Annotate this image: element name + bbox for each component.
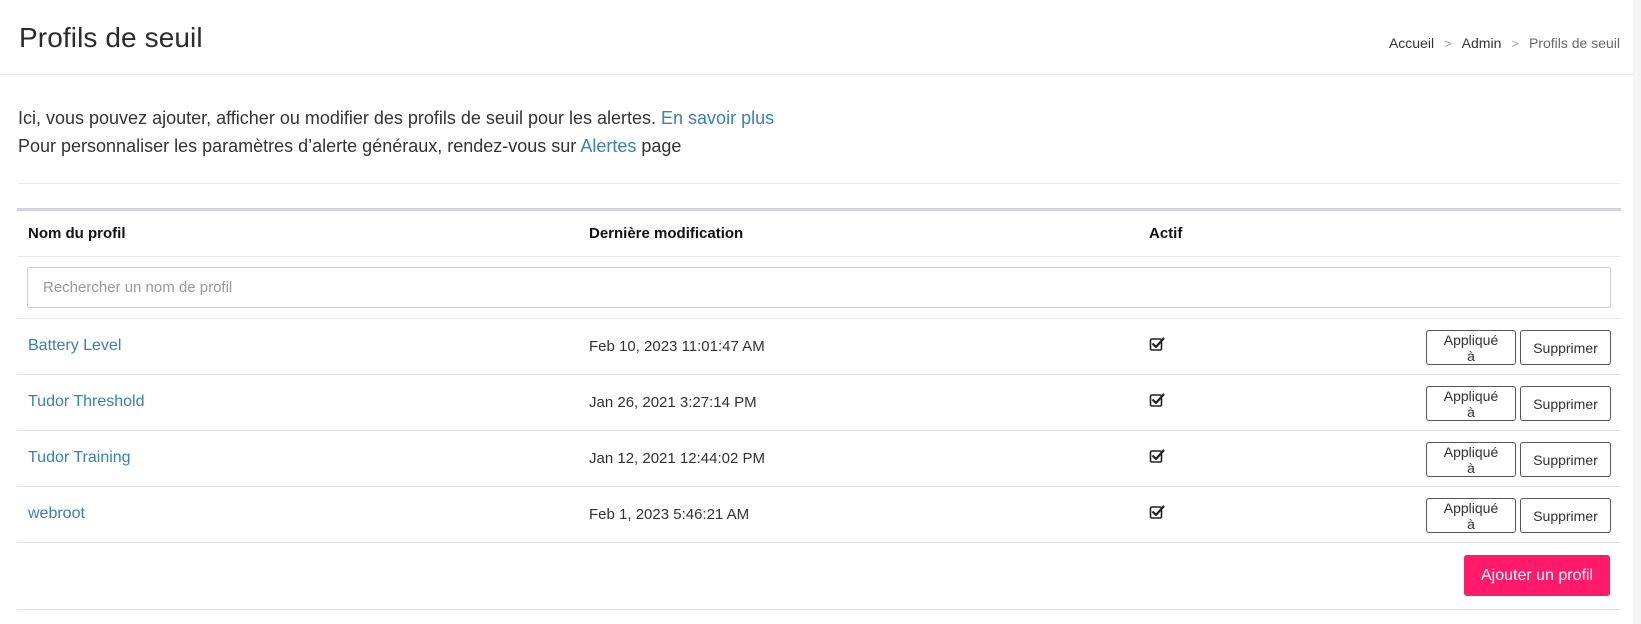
row-actions: Appliqué à Supprimer — [1426, 442, 1611, 477]
delete-button[interactable]: Supprimer — [1520, 442, 1611, 477]
row-actions: Appliqué à Supprimer — [1426, 330, 1611, 365]
last-modified: Feb 1, 2023 5:46:21 AM — [589, 506, 750, 523]
intro-line-1-text: Ici, vous pouvez ajouter, afficher ou mo… — [18, 108, 657, 128]
breadcrumb-separator: > — [1444, 35, 1452, 51]
profile-name-link[interactable]: Tudor Threshold — [28, 393, 145, 411]
column-header-modified: Dernière modification — [589, 225, 744, 242]
intro-line-2-suffix: page — [641, 136, 682, 156]
page-scrollbar[interactable] — [1633, 0, 1641, 624]
table-row: webroot Feb 1, 2023 5:46:21 AM Appliqué … — [17, 487, 1621, 543]
table-row: Battery Level Feb 10, 2023 11:01:47 AM A… — [17, 319, 1621, 375]
breadcrumb-home[interactable]: Accueil — [1389, 35, 1434, 51]
column-header-name: Nom du profil — [28, 225, 126, 242]
profile-name-link[interactable]: webroot — [28, 505, 85, 523]
breadcrumb-admin[interactable]: Admin — [1462, 35, 1502, 51]
breadcrumb-current: Profils de seuil — [1528, 35, 1620, 51]
intro-line-2: Pour personnaliser les paramètres d’aler… — [18, 132, 774, 160]
table-row: Tudor Threshold Jan 26, 2021 3:27:14 PM … — [17, 375, 1621, 431]
alerts-link[interactable]: Alertes — [580, 136, 636, 156]
table-header: Nom du profil Dernière modification Acti… — [17, 211, 1621, 257]
checked-checkbox-icon — [1149, 393, 1165, 407]
table-body: Battery Level Feb 10, 2023 11:01:47 AM A… — [17, 319, 1621, 543]
page-title: Profils de seuil — [19, 22, 203, 53]
divider — [18, 183, 1620, 184]
applied-to-button[interactable]: Appliqué à — [1426, 498, 1516, 533]
profiles-table: Nom du profil Dernière modification Acti… — [17, 208, 1621, 610]
column-header-active: Actif — [1149, 225, 1183, 242]
row-actions: Appliqué à Supprimer — [1426, 386, 1611, 421]
table-footer: Ajouter un profil — [17, 543, 1621, 610]
delete-button[interactable]: Supprimer — [1520, 386, 1611, 421]
last-modified: Feb 10, 2023 11:01:47 AM — [589, 338, 765, 355]
row-actions: Appliqué à Supprimer — [1426, 498, 1611, 533]
intro-text: Ici, vous pouvez ajouter, afficher ou mo… — [18, 104, 774, 160]
profile-name-link[interactable]: Battery Level — [28, 337, 121, 355]
intro-line-1: Ici, vous pouvez ajouter, afficher ou mo… — [18, 104, 774, 132]
delete-button[interactable]: Supprimer — [1520, 330, 1611, 365]
applied-to-button[interactable]: Appliqué à — [1426, 386, 1516, 421]
breadcrumb-separator: > — [1511, 35, 1519, 51]
checked-checkbox-icon — [1149, 337, 1165, 351]
table-row: Tudor Training Jan 12, 2021 12:44:02 PM … — [17, 431, 1621, 487]
add-profile-button[interactable]: Ajouter un profil — [1464, 555, 1610, 596]
breadcrumb: Accueil > Admin > Profils de seuil — [1389, 35, 1620, 51]
profile-search-input[interactable] — [27, 267, 1611, 308]
learn-more-link[interactable]: En savoir plus — [661, 108, 774, 128]
profile-name-link[interactable]: Tudor Training — [28, 449, 131, 467]
applied-to-button[interactable]: Appliqué à — [1426, 330, 1516, 365]
intro-line-2-text: Pour personnaliser les paramètres d’aler… — [18, 136, 577, 156]
checked-checkbox-icon — [1149, 449, 1165, 463]
page-header: Profils de seuil Accueil > Admin > Profi… — [0, 0, 1641, 75]
last-modified: Jan 26, 2021 3:27:14 PM — [589, 394, 757, 411]
applied-to-button[interactable]: Appliqué à — [1426, 442, 1516, 477]
search-row — [17, 257, 1621, 319]
checked-checkbox-icon — [1149, 505, 1165, 519]
delete-button[interactable]: Supprimer — [1520, 498, 1611, 533]
last-modified: Jan 12, 2021 12:44:02 PM — [589, 450, 765, 467]
